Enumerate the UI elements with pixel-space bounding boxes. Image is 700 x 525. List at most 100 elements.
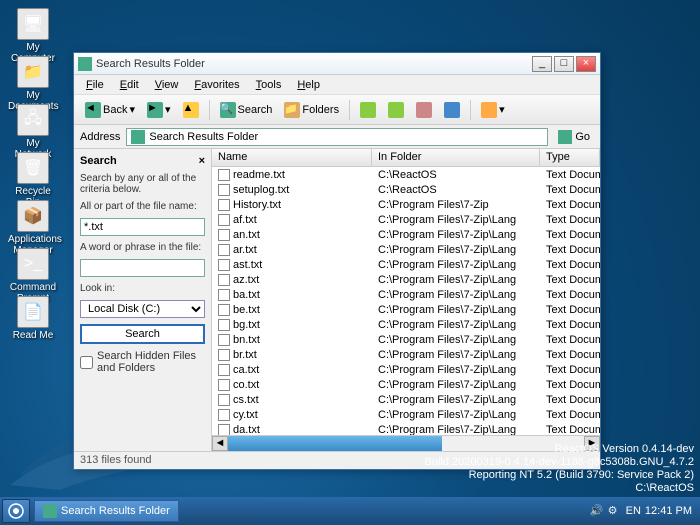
folders-button[interactable]: 📁Folders: [279, 99, 344, 121]
file-row[interactable]: co.txtC:\Program Files\7-Zip\LangText Do…: [212, 377, 600, 392]
desktop[interactable]: 🖥My Computer📁My Documents🖧My Network Pla…: [0, 0, 700, 525]
menu-help[interactable]: Help: [289, 77, 328, 93]
views-button[interactable]: ▾: [476, 99, 510, 121]
menu-tools[interactable]: Tools: [248, 77, 290, 93]
search-header: Search: [80, 155, 117, 167]
file-icon: [218, 349, 230, 361]
close-pane-button[interactable]: ×: [199, 155, 205, 167]
phrase-label: A word or phrase in the file:: [80, 242, 205, 253]
filename-label: All or part of the file name:: [80, 201, 205, 212]
menu-file[interactable]: File: [78, 77, 112, 93]
language-indicator[interactable]: EN: [626, 505, 641, 517]
copy-to-button[interactable]: [383, 99, 409, 121]
column-in-folder[interactable]: In Folder: [372, 149, 540, 166]
search-submit-button[interactable]: Search: [80, 324, 205, 344]
folder-icon: 📁: [17, 56, 49, 88]
lookin-select[interactable]: Local Disk (C:): [80, 300, 205, 318]
copy-icon: [388, 102, 404, 118]
back-icon: ◄: [85, 102, 101, 118]
folder-icon: 🗑: [17, 152, 49, 184]
start-button[interactable]: [2, 499, 30, 523]
column-type[interactable]: Type: [540, 149, 600, 166]
search-pane: Search × Search by any or all of the crit…: [74, 149, 212, 451]
folder-icon: 🖧: [17, 104, 49, 136]
system-tray[interactable]: 🔊 ⚙ EN 12:41 PM: [584, 504, 698, 518]
address-label: Address: [80, 131, 120, 143]
phrase-input[interactable]: [80, 259, 205, 277]
scroll-thumb[interactable]: [228, 436, 442, 451]
file-icon: [218, 334, 230, 346]
search-instructions: Search by any or all of the criteria bel…: [80, 173, 205, 195]
file-row[interactable]: History.txtC:\Program Files\7-ZipText Do…: [212, 197, 600, 212]
file-icon: [218, 274, 230, 286]
search-icon: [43, 504, 57, 518]
taskbar-item[interactable]: Search Results Folder: [34, 500, 179, 522]
forward-icon: ►: [147, 102, 163, 118]
up-button[interactable]: ▲: [178, 99, 204, 121]
address-input[interactable]: Search Results Folder: [126, 128, 548, 146]
toolbar: ◄Back▾ ►▾ ▲ 🔍Search 📁Folders ▾: [74, 95, 600, 125]
file-icon: [218, 259, 230, 271]
go-button[interactable]: Go: [554, 130, 594, 144]
file-row[interactable]: ca.txtC:\Program Files\7-Zip\LangText Do…: [212, 362, 600, 377]
file-row[interactable]: bn.txtC:\Program Files\7-Zip\LangText Do…: [212, 332, 600, 347]
maximize-button[interactable]: □: [554, 56, 574, 72]
file-row[interactable]: da.txtC:\Program Files\7-Zip\LangText Do…: [212, 422, 600, 435]
menu-edit[interactable]: Edit: [112, 77, 147, 93]
move-to-button[interactable]: [355, 99, 381, 121]
minimize-button[interactable]: _: [532, 56, 552, 72]
search-button[interactable]: 🔍Search: [215, 99, 278, 121]
file-row[interactable]: setuplog.txtC:\ReactOSText Docum: [212, 182, 600, 197]
undo-icon: [444, 102, 460, 118]
back-button[interactable]: ◄Back▾: [80, 99, 140, 121]
file-icon: [218, 229, 230, 241]
file-icon: [218, 424, 230, 436]
taskbar[interactable]: Search Results Folder 🔊 ⚙ EN 12:41 PM: [0, 497, 700, 525]
file-icon: [218, 304, 230, 316]
address-bar: Address Search Results Folder Go: [74, 125, 600, 149]
go-icon: [558, 130, 572, 144]
search-icon: 🔍: [220, 102, 236, 118]
file-icon: [218, 199, 230, 211]
search-results-window: Search Results Folder _ □ × FileEditView…: [73, 52, 601, 470]
delete-icon: [416, 102, 432, 118]
file-row[interactable]: cy.txtC:\Program Files\7-Zip\LangText Do…: [212, 407, 600, 422]
file-row[interactable]: az.txtC:\Program Files\7-Zip\LangText Do…: [212, 272, 600, 287]
file-icon: [218, 379, 230, 391]
titlebar[interactable]: Search Results Folder _ □ ×: [74, 53, 600, 75]
file-rows[interactable]: readme.txtC:\ReactOSText Documsetuplog.t…: [212, 167, 600, 435]
file-icon: [218, 289, 230, 301]
file-row[interactable]: ast.txtC:\Program Files\7-Zip\LangText D…: [212, 257, 600, 272]
tray-icon[interactable]: 🔊: [590, 504, 604, 518]
undo-button[interactable]: [439, 99, 465, 121]
file-row[interactable]: af.txtC:\Program Files\7-Zip\LangText Do…: [212, 212, 600, 227]
file-row[interactable]: an.txtC:\Program Files\7-Zip\LangText Do…: [212, 227, 600, 242]
hidden-files-checkbox[interactable]: Search Hidden Files and Folders: [80, 350, 205, 374]
menubar: FileEditViewFavoritesToolsHelp: [74, 75, 600, 95]
tray-icon[interactable]: ⚙: [608, 504, 622, 518]
file-icon: [218, 364, 230, 376]
menu-favorites[interactable]: Favorites: [186, 77, 247, 93]
menu-view[interactable]: View: [147, 77, 187, 93]
search-folder-icon: [131, 130, 145, 144]
file-row[interactable]: cs.txtC:\Program Files\7-Zip\LangText Do…: [212, 392, 600, 407]
search-icon: [78, 57, 92, 71]
file-row[interactable]: ar.txtC:\Program Files\7-Zip\LangText Do…: [212, 242, 600, 257]
move-icon: [360, 102, 376, 118]
clock[interactable]: 12:41 PM: [645, 505, 692, 517]
delete-button[interactable]: [411, 99, 437, 121]
file-row[interactable]: bg.txtC:\Program Files\7-Zip\LangText Do…: [212, 317, 600, 332]
column-name[interactable]: Name: [212, 149, 372, 166]
file-row[interactable]: be.txtC:\Program Files\7-Zip\LangText Do…: [212, 302, 600, 317]
file-row[interactable]: br.txtC:\Program Files\7-Zip\LangText Do…: [212, 347, 600, 362]
file-row[interactable]: ba.txtC:\Program Files\7-Zip\LangText Do…: [212, 287, 600, 302]
forward-button[interactable]: ►▾: [142, 99, 176, 121]
desktop-icon-read-me[interactable]: 📄Read Me: [8, 296, 58, 341]
separator: [470, 100, 471, 120]
scroll-left-button[interactable]: ◄: [212, 436, 228, 451]
close-button[interactable]: ×: [576, 56, 596, 72]
filename-input[interactable]: [80, 218, 205, 236]
window-title: Search Results Folder: [96, 58, 530, 70]
folder-icon: >_: [17, 248, 49, 280]
file-row[interactable]: readme.txtC:\ReactOSText Docum: [212, 167, 600, 182]
